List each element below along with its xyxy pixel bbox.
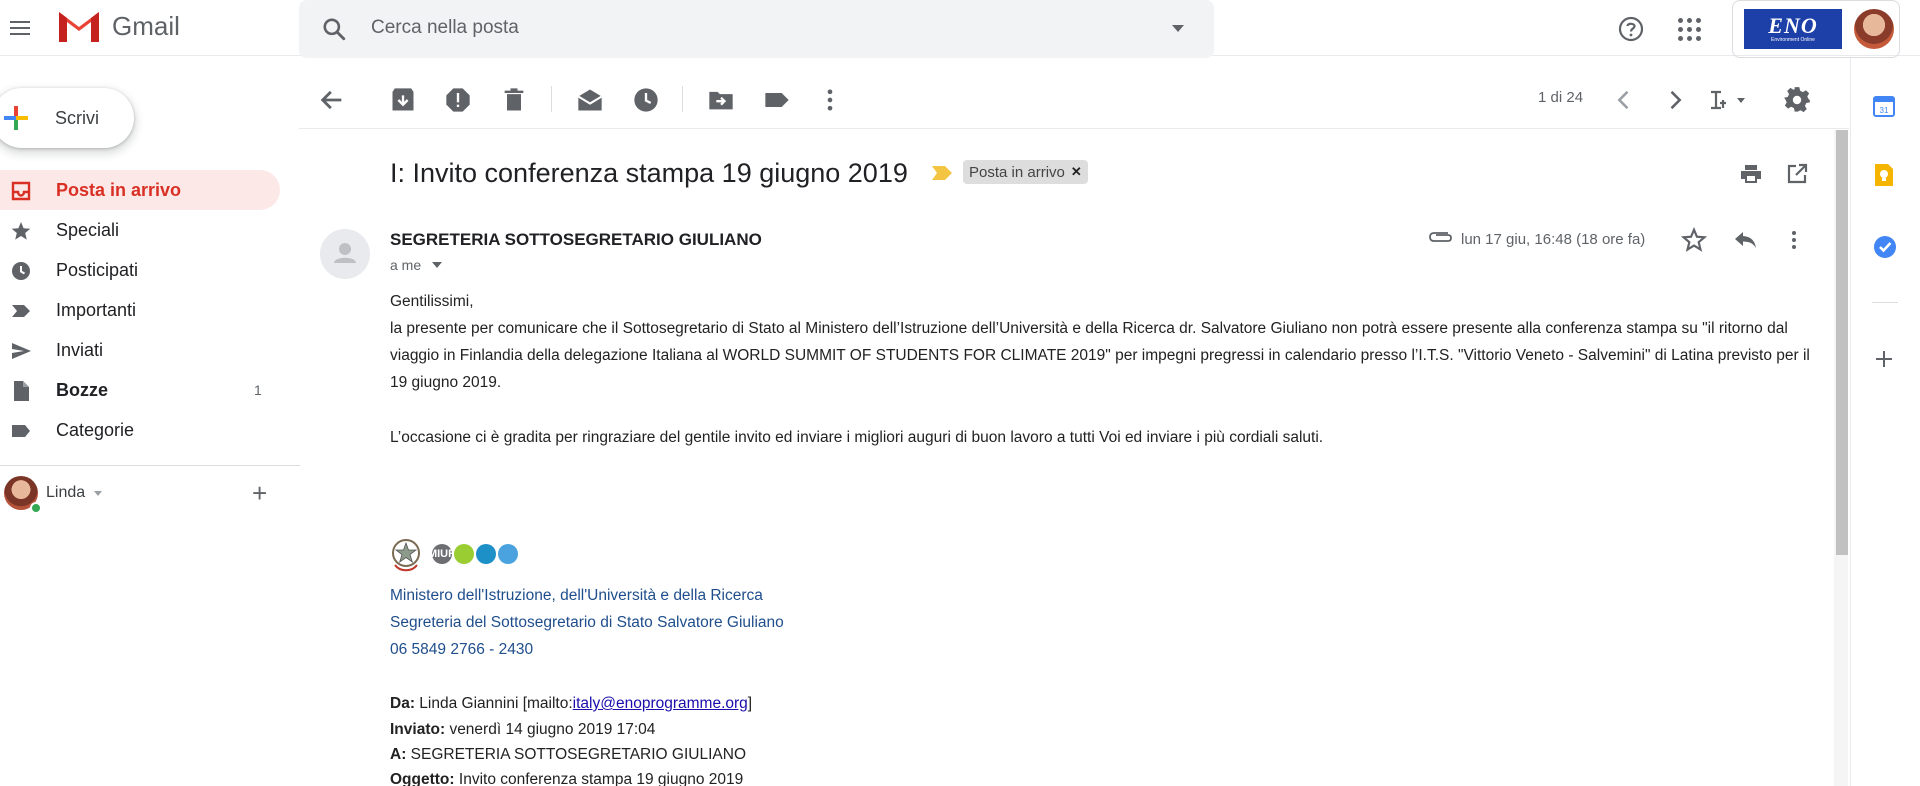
person-icon	[334, 243, 356, 263]
inbox-icon	[11, 181, 31, 201]
account-avatar[interactable]	[1854, 9, 1894, 49]
scrollbar-thumb[interactable]	[1836, 130, 1848, 555]
signature-ministry: Ministero dell'Istruzione, dell'Universi…	[390, 587, 763, 604]
show-details-chevron-icon[interactable]	[432, 262, 442, 268]
sidebar-item-drafts[interactable]: Bozze 1	[0, 370, 280, 410]
eno-logo: ENO Environment Online	[1744, 9, 1842, 49]
new-chat-plus-icon[interactable]: +	[252, 480, 267, 506]
message-date: lun 17 giu, 16:48 (18 ore fa)	[1461, 231, 1646, 248]
back-arrow-icon[interactable]	[318, 86, 346, 114]
signature-phone: 06 5849 2766 - 2430	[390, 641, 534, 658]
account-switcher[interactable]: ENO Environment Online	[1732, 0, 1900, 58]
open-new-window-icon[interactable]	[1785, 162, 1809, 186]
clock-icon	[12, 262, 30, 280]
print-icon[interactable]	[1739, 162, 1763, 186]
star-outline-icon[interactable]	[1681, 227, 1707, 253]
apps-grid-icon[interactable]	[1678, 18, 1701, 41]
app-name: Gmail	[112, 10, 180, 41]
tasks-icon[interactable]	[1872, 234, 1898, 260]
compose-label: Scrivi	[55, 108, 99, 128]
sender-email-link[interactable]: italy@enoprogramme.org	[573, 695, 748, 712]
attachment-paperclip-icon	[1429, 232, 1452, 242]
side-panel-divider	[1872, 302, 1898, 303]
send-icon	[12, 343, 31, 359]
toolbar-separator	[551, 86, 552, 112]
archive-icon[interactable]	[389, 86, 417, 114]
recipient-summary: a me	[390, 257, 422, 273]
sidebar-item-inbox[interactable]: Posta in arrivo	[0, 170, 280, 210]
compose-plus-icon	[4, 106, 28, 130]
more-options-icon[interactable]	[816, 86, 844, 114]
pagination-count: 1 di 24	[1538, 89, 1584, 106]
forwarded-subject: Oggetto: Invito conferenza stampa 19 giu…	[390, 771, 744, 786]
chat-status-chevron-icon[interactable]	[94, 491, 102, 496]
message-paragraph-2: L’occasione ci è gradita per ringraziare…	[390, 429, 1324, 446]
sender-name[interactable]: SEGRETERIA SOTTOSEGRETARIO GIULIANO	[390, 230, 762, 250]
reply-icon[interactable]	[1732, 228, 1758, 252]
search-options-chevron-icon[interactable]	[1172, 25, 1184, 32]
input-tools-icon[interactable]	[1707, 86, 1749, 114]
message-paragraph-1: la presente per comunicare che il Sottos…	[390, 320, 1810, 391]
label-chip-text: Posta in arrivo	[969, 163, 1065, 181]
main-menu-button[interactable]	[6, 14, 34, 42]
labels-icon[interactable]	[763, 86, 791, 114]
message-greeting: Gentilissimi,	[390, 293, 474, 310]
get-addons-plus-icon[interactable]	[1874, 349, 1894, 369]
importance-marker-icon[interactable]	[932, 166, 952, 180]
toolbar-divider	[299, 128, 1849, 129]
star-icon	[11, 222, 31, 240]
calendar-icon[interactable]: 31	[1872, 94, 1896, 118]
help-icon[interactable]	[1617, 15, 1645, 43]
report-spam-icon[interactable]	[444, 86, 472, 114]
message-more-options-icon[interactable]	[1782, 228, 1806, 252]
sidebar-item-important[interactable]: Importanti	[0, 290, 280, 330]
sidebar-item-sent[interactable]: Inviati	[0, 330, 280, 370]
search-icon[interactable]	[321, 16, 347, 42]
miur-logo: MIUR	[428, 544, 518, 564]
snooze-clock-icon[interactable]	[632, 86, 660, 114]
chat-user[interactable]: Linda +	[4, 476, 284, 516]
sidebar-item-categories[interactable]: Categorie	[0, 410, 280, 450]
sender-avatar[interactable]	[320, 229, 370, 279]
sidebar-item-starred[interactable]: Speciali	[0, 210, 280, 250]
svg-text:31: 31	[1880, 106, 1889, 115]
compose-button[interactable]: Scrivi	[0, 88, 134, 148]
online-status-dot	[30, 502, 42, 514]
forwarded-to: A: SEGRETERIA SOTTOSEGRETARIO GIULIANO	[390, 746, 746, 763]
signature-office: Segreteria del Sottosegretario di Stato …	[390, 614, 784, 631]
settings-gear-icon[interactable]	[1783, 86, 1811, 114]
sidebar-divider	[0, 465, 300, 466]
toolbar-separator	[682, 86, 683, 112]
gmail-m-icon	[59, 12, 99, 42]
forwarded-sent: Inviato: venerdì 14 giugno 2019 17:04	[390, 721, 656, 738]
keep-icon[interactable]	[1873, 163, 1895, 187]
message-subject: I: Invito conferenza stampa 19 giugno 20…	[390, 158, 908, 188]
forwarded-from: Da: Linda Giannini [mailto:italy@enoprog…	[390, 695, 753, 712]
move-to-icon[interactable]	[707, 86, 735, 114]
label-icon	[12, 425, 30, 437]
gmail-logo[interactable]: Gmail	[56, 8, 180, 44]
delete-icon[interactable]	[500, 86, 528, 114]
remove-label-close-icon[interactable]: ✕	[1071, 164, 1082, 180]
mark-unread-icon[interactable]	[576, 86, 604, 114]
newer-chevron-left-icon[interactable]	[1610, 86, 1638, 114]
sidebar-item-snoozed[interactable]: Posticipati	[0, 250, 280, 290]
older-chevron-right-icon[interactable]	[1661, 86, 1689, 114]
search-bar[interactable]	[299, 0, 1214, 58]
chat-user-name: Linda	[46, 484, 86, 501]
republic-emblem-icon	[392, 539, 420, 572]
drafts-count: 1	[254, 382, 262, 398]
search-input[interactable]	[371, 17, 1131, 39]
important-icon	[12, 305, 30, 317]
draft-icon	[14, 381, 29, 401]
sidebar-nav: Posta in arrivo Speciali Posticipati Imp…	[0, 170, 280, 450]
top-header: Gmail ENO Environment Online	[0, 0, 1920, 58]
inbox-label-chip: Posta in arrivo ✕	[963, 160, 1088, 184]
